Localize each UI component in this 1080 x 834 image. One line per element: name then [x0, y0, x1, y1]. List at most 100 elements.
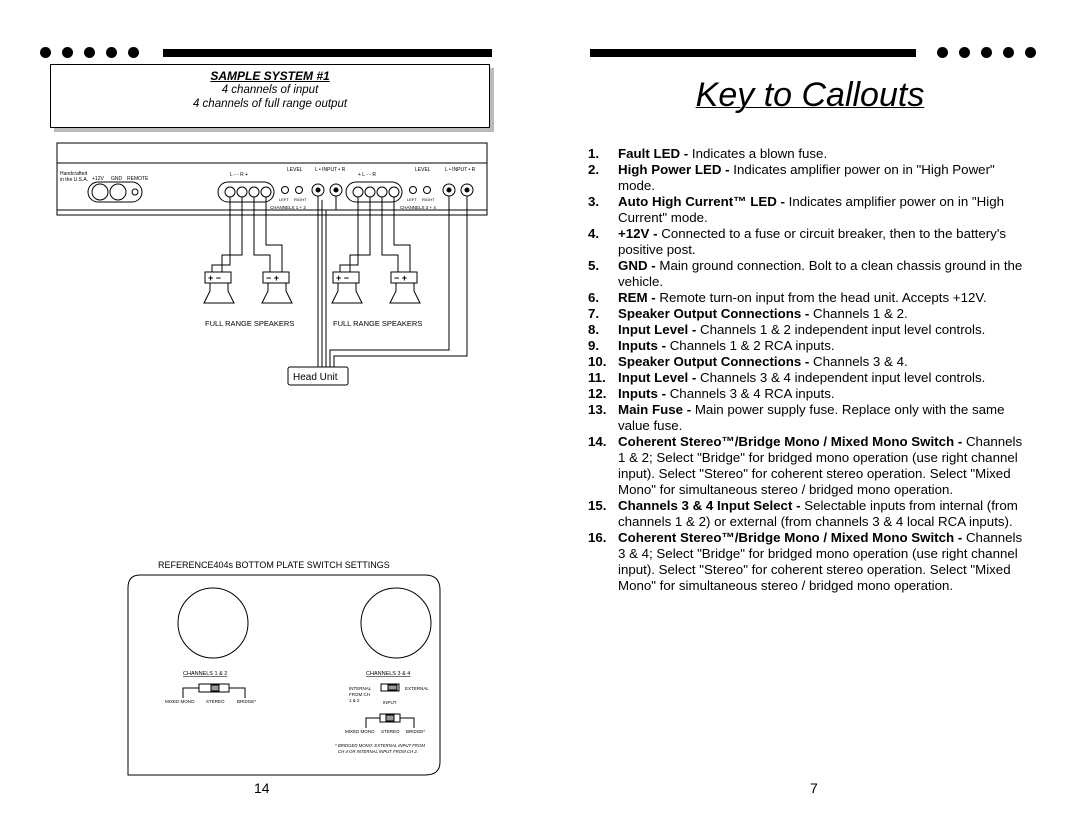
- input-option-label: INTERNAL: [349, 686, 372, 691]
- channels-title: CHANNELS 3 & 4: [366, 671, 410, 677]
- mode-label: BRIDGE*: [406, 729, 425, 734]
- callout-number: 14.: [588, 434, 607, 449]
- level-label: LEVEL: [415, 167, 431, 173]
- callout-text: Remote turn-on input from the head unit.…: [659, 290, 987, 305]
- callout-item: 14. Coherent Stereo™/Bridge Mono / Mixed …: [588, 434, 1026, 498]
- callout-term: Auto High Current™ LED -: [618, 194, 789, 209]
- callout-item: 13. Main Fuse - Main power supply fuse. R…: [588, 402, 1026, 434]
- page-number-right: 7: [810, 780, 818, 796]
- callout-body: High Power LED - Indicates amplifier pow…: [618, 162, 1026, 194]
- callout-text: Main ground connection. Bolt to a clean …: [618, 258, 1023, 289]
- callout-term: +12V -: [618, 226, 662, 241]
- speaker-group-label: FULL RANGE SPEAKERS: [205, 319, 294, 328]
- speaker-icon: [261, 283, 293, 304]
- callout-body: Input Level - Channels 3 & 4 independent…: [618, 370, 985, 386]
- callout-term: Coherent Stereo™/Bridge Mono / Mixed Mon…: [618, 530, 966, 545]
- page-title: Key to Callouts: [695, 76, 925, 114]
- callout-body: Inputs - Channels 1 & 2 RCA inputs.: [618, 338, 835, 354]
- callout-term: Fault LED -: [618, 146, 692, 161]
- speaker-icon: [203, 283, 235, 304]
- callout-item: 3. Auto High Current™ LED - Indicates amp…: [588, 194, 1026, 226]
- callout-text: Connected to a fuse or circuit breaker, …: [618, 226, 1007, 257]
- callout-term: REM -: [618, 290, 660, 305]
- channels-label: CHANNELS 3 + 4: [400, 205, 436, 210]
- callout-body: REM - Remote turn-on input from the head…: [618, 290, 987, 306]
- speaker-icon: [389, 283, 421, 304]
- callout-number: 11.: [588, 370, 606, 385]
- callout-item: 12. Inputs - Channels 3 & 4 RCA inputs.: [588, 386, 1026, 402]
- callout-body: Speaker Output Connections - Channels 3 …: [618, 354, 908, 370]
- callout-item: 2. High Power LED - Indicates amplifier p…: [588, 162, 1026, 194]
- knob-label: LEFT: [279, 197, 289, 202]
- callout-number: 15.: [588, 498, 607, 513]
- mode-label: STEREO: [381, 729, 400, 734]
- callout-term: Input Level -: [618, 322, 701, 337]
- mode-label: BRIDGE*: [237, 699, 256, 704]
- header-bar-right: [590, 49, 916, 57]
- speaker-polarity: − +: [266, 273, 279, 283]
- knob-label: LEFT: [407, 197, 417, 202]
- input-option-label: EXTERNAL: [405, 686, 429, 691]
- callout-term: Channels 3 & 4 Input Select -: [618, 498, 805, 513]
- callout-number: 1.: [588, 146, 600, 161]
- header-dots-right: [937, 47, 1036, 58]
- callout-body: Input Level - Channels 1 & 2 independent…: [618, 322, 985, 338]
- callout-text: Channels 1 & 2 RCA inputs.: [669, 338, 835, 353]
- speaker-group-1: + − − + FULL RANGE SPEAKERS: [203, 271, 294, 328]
- input-label: L • INPUT • R: [315, 167, 346, 173]
- callout-body: Fault LED - Indicates a blown fuse.: [618, 146, 827, 162]
- callout-list: 1. Fault LED - Indicates a blown fuse. 2. H…: [588, 146, 1026, 594]
- head-unit-label: Head Unit: [293, 372, 338, 383]
- callout-body: +12V - Connected to a fuse or circuit br…: [618, 226, 1026, 258]
- callout-text: Channels 3 & 4 independent input level c…: [700, 370, 986, 385]
- callout-term: High Power LED -: [618, 162, 734, 177]
- callout-term: Input Level -: [618, 370, 701, 385]
- callout-body: Channels 3 & 4 Input Select - Selectable…: [618, 498, 1026, 530]
- callout-text: Channels 1 & 2 independent input level c…: [700, 322, 986, 337]
- callout-term: GND -: [618, 258, 660, 273]
- speaker-polarity: + −: [208, 273, 221, 283]
- callout-item: 4. +12V - Connected to a fuse or circuit …: [588, 226, 1026, 258]
- callout-text: Channels 3 & 4.: [813, 354, 908, 369]
- callout-body: Coherent Stereo™/Bridge Mono / Mixed Mon…: [618, 434, 1026, 498]
- terminal-label: REMOTE: [127, 176, 149, 182]
- terminal-label: +12V: [92, 176, 104, 182]
- page-number-left: 14: [254, 780, 270, 796]
- callout-number: 4.: [588, 226, 600, 241]
- input-option-label: FROM CH: [349, 692, 370, 697]
- callout-term: Speaker Output Connections -: [618, 354, 814, 369]
- callout-item: 8. Input Level - Channels 1 & 2 independe…: [588, 322, 1026, 338]
- channels-title: CHANNELS 1 & 2: [183, 671, 227, 677]
- speaker-icon: [331, 283, 363, 304]
- footnote: CH 4 OR INTERNAL INPUT FROM CH 2.: [338, 749, 418, 754]
- speaker-terminal-label: L - - R +: [230, 172, 248, 178]
- mode-label: MIXED MONO: [165, 699, 195, 704]
- callout-term: Coherent Stereo™/Bridge Mono / Mixed Mon…: [618, 434, 966, 449]
- footnote: * BRIDGED MONO: EXTERNAL INPUT FROM: [335, 743, 425, 748]
- input-label: INPUT: [383, 700, 397, 705]
- channels-label: CHANNELS 1 + 2: [270, 205, 306, 210]
- callout-item: 11. Input Level - Channels 3 & 4 independ…: [588, 370, 1026, 386]
- callout-term: Speaker Output Connections -: [618, 306, 814, 321]
- callout-term: Inputs -: [618, 338, 670, 353]
- callout-body: GND - Main ground connection. Bolt to a …: [618, 258, 1026, 290]
- wiring-diagram: Handcrafted in the U.S.A. +12V GND REMOT…: [56, 142, 488, 776]
- callout-number: 8.: [588, 322, 600, 337]
- callout-item: 7. Speaker Output Connections - Channels …: [588, 306, 1026, 322]
- callout-number: 16.: [588, 530, 607, 545]
- callout-body: Auto High Current™ LED - Indicates ampli…: [618, 194, 1026, 226]
- callout-body: Inputs - Channels 3 & 4 RCA inputs.: [618, 386, 835, 402]
- bottom-plate-title: REFERENCE404s BOTTOM PLATE SWITCH SETTIN…: [158, 560, 390, 570]
- mode-label: STEREO: [206, 699, 225, 704]
- callout-text: Channels 1 & 2.: [813, 306, 908, 321]
- callout-text: Channels 3 & 4 RCA inputs.: [669, 386, 835, 401]
- callout-number: 10.: [588, 354, 607, 369]
- speaker-terminal-label: + L - - R: [358, 172, 376, 178]
- callout-number: 2.: [588, 162, 600, 177]
- knob-label: RIGHT: [294, 197, 307, 202]
- callout-item: 5. GND - Main ground connection. Bolt to …: [588, 258, 1026, 290]
- speaker-group-2: + − − + FULL RANGE SPEAKERS: [331, 271, 422, 328]
- callout-body: Speaker Output Connections - Channels 1 …: [618, 306, 908, 322]
- input-option-label: 1 & 2: [349, 698, 360, 703]
- callout-number: 6.: [588, 290, 600, 305]
